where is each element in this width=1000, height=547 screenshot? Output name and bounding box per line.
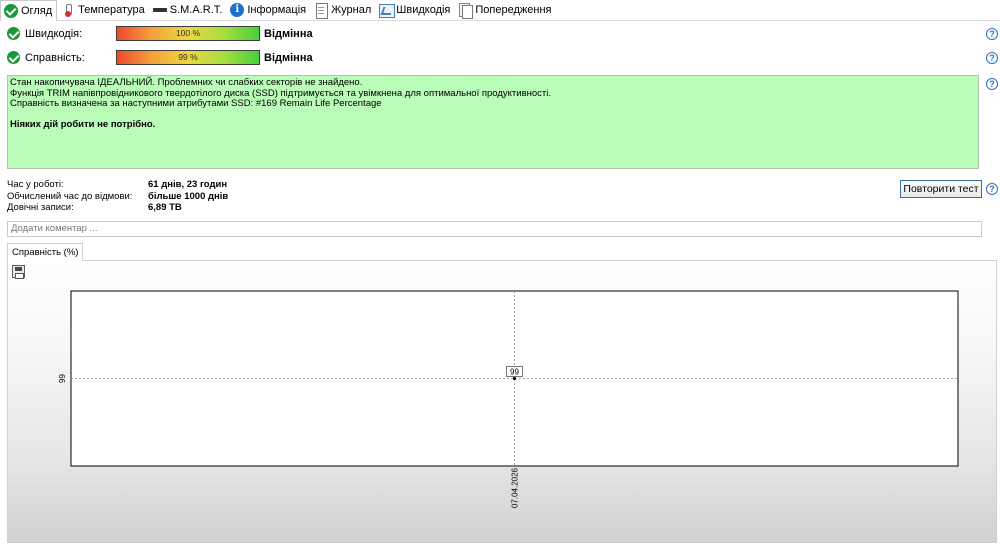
- tab-smart[interactable]: S.M.A.R.T.: [150, 0, 227, 20]
- tab-temperature[interactable]: Температура: [58, 0, 149, 20]
- status-line: Стан накопичувача ІДЕАЛЬНИЙ. Проблемних …: [10, 77, 363, 88]
- comment-input[interactable]: Додати коментар ...: [7, 221, 982, 237]
- tab-information-label: Інформація: [247, 4, 307, 16]
- check-circle-icon: [4, 4, 18, 18]
- tab-overview-label: Огляд: [21, 5, 53, 17]
- performance-bar-value: 100 %: [175, 28, 201, 38]
- x-tick-label: 07.04.2026: [511, 467, 520, 508]
- drive-icon: [152, 3, 167, 17]
- drive-info: Час у роботі: 61 днів, 23 годин Обчислен…: [7, 179, 228, 214]
- health-verdict: Відмінна: [264, 52, 313, 64]
- uptime-label: Час у роботі:: [7, 179, 64, 190]
- performance-bar: 100 %: [116, 26, 260, 41]
- tab-performance-label: Швидкодія: [396, 4, 451, 16]
- retest-button[interactable]: Повторити тест: [900, 180, 982, 198]
- tab-warnings[interactable]: Попередження: [455, 0, 555, 20]
- health-bar-value: 99 %: [178, 52, 198, 62]
- tab-warnings-label: Попередження: [475, 4, 552, 16]
- health-label: Справність:: [25, 52, 85, 64]
- tab-log[interactable]: Журнал: [311, 0, 375, 20]
- tab-performance[interactable]: Швидкодія: [376, 0, 454, 20]
- health-ok-icon: [7, 51, 20, 64]
- tab-log-label: Журнал: [331, 4, 372, 16]
- ttf-label: Обчислений час до відмови:: [7, 190, 133, 202]
- tab-overview[interactable]: Огляд: [0, 0, 58, 21]
- tab-information[interactable]: i Інформація: [227, 0, 310, 20]
- retest-help-icon[interactable]: ?: [986, 183, 998, 195]
- tab-temperature-label: Температура: [78, 4, 145, 16]
- health-chart-panel: 99 99 07.04.2026: [7, 261, 997, 543]
- writes-value: 6,89 ТВ: [148, 202, 182, 213]
- info-icon: i: [230, 3, 245, 17]
- chart-icon: [379, 3, 396, 18]
- performance-ok-icon: [7, 27, 20, 40]
- tab-health-percent[interactable]: Справність (%): [7, 243, 84, 262]
- health-help-icon[interactable]: ?: [986, 52, 998, 64]
- y-tick-label: 99: [58, 374, 67, 383]
- status-description: Стан накопичувача ІДЕАЛЬНИЙ. Проблемних …: [7, 75, 979, 169]
- documents-icon: [458, 3, 474, 19]
- data-point: [512, 376, 517, 381]
- health-chart: 99 99 07.04.2026: [58, 290, 959, 508]
- chart-tab-bar: Справність (%): [7, 243, 997, 262]
- performance-verdict: Відмінна: [264, 28, 313, 40]
- status-action: Ніяких дій робити не потрібно.: [10, 118, 156, 130]
- uptime-value: 61 днів, 23 годин: [148, 179, 228, 190]
- performance-help-icon[interactable]: ?: [986, 28, 998, 40]
- thermometer-icon: [61, 3, 75, 17]
- status-line: Справність визначена за наступними атриб…: [10, 98, 382, 109]
- writes-label: Довічні записи:: [7, 202, 74, 213]
- ttf-value: більше 1000 днів: [148, 190, 229, 202]
- performance-label: Швидкодія:: [25, 28, 83, 40]
- health-bar: 99 %: [116, 50, 260, 65]
- document-icon: [314, 3, 329, 19]
- status-help-icon[interactable]: ?: [986, 78, 998, 90]
- data-label: 99: [510, 368, 519, 377]
- tab-bar: Огляд Температура S.M.A.R.T. i Інформаці…: [0, 0, 1000, 21]
- tab-smart-label: S.M.A.R.T.: [169, 4, 223, 16]
